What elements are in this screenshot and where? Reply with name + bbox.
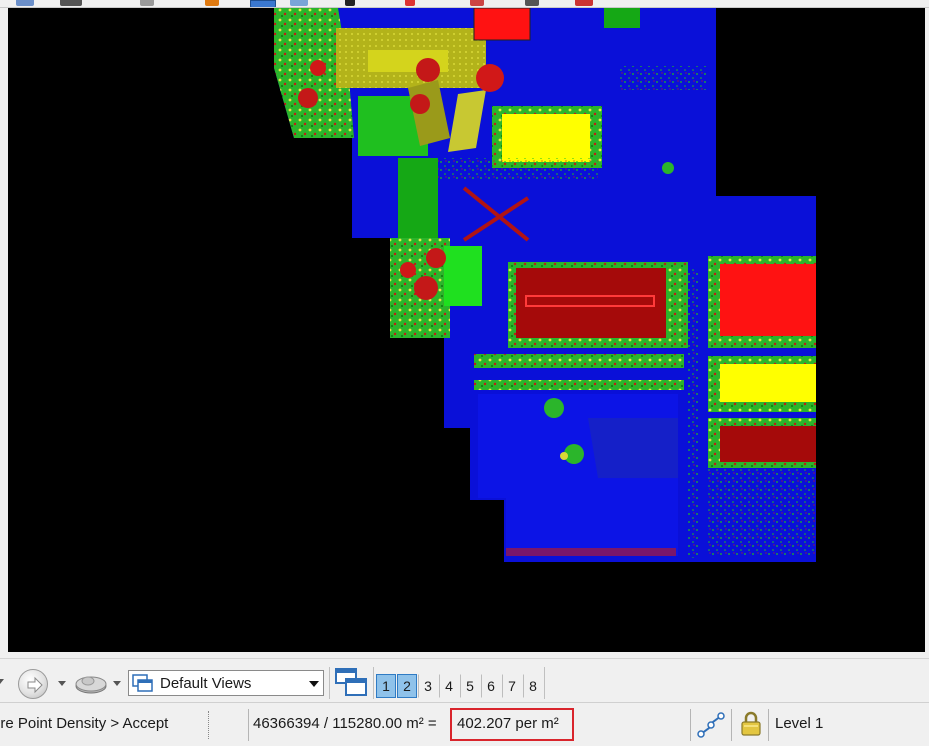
status-separator (248, 709, 249, 741)
shrub (662, 162, 674, 174)
multiple-windows-icon[interactable] (334, 667, 370, 699)
disk-dropdown-arrow[interactable] (112, 679, 122, 689)
building-roof-yellow (720, 364, 816, 402)
point-density-value: 402.207 per m² (457, 715, 559, 732)
point-cloud-render (274, 8, 816, 562)
toolbar-separator (329, 667, 330, 699)
vegetation-line (474, 380, 684, 390)
toolbar-icon-partial[interactable] (205, 0, 219, 6)
navigate-arrow-icon[interactable] (18, 669, 48, 699)
vegetation-line (474, 354, 684, 368)
views-dropdown[interactable]: Default Views (128, 670, 324, 696)
toolbar-icon-partial[interactable] (470, 0, 484, 6)
toolbar-icon-partial[interactable] (290, 0, 308, 6)
dropdown-arrow-partial[interactable] (0, 670, 6, 692)
view-button-8[interactable]: 8 (523, 674, 543, 698)
active-level-text: Level 1 (775, 715, 824, 732)
vegetation-patch (444, 246, 482, 306)
edge-noise (506, 548, 676, 556)
tree-canopy (426, 248, 446, 268)
tree-canopy (400, 262, 416, 278)
toolbar-icon-partial[interactable] (405, 0, 415, 6)
toolbar-separator (373, 667, 374, 699)
chevron-down-icon[interactable] (309, 680, 319, 688)
status-separator (690, 709, 691, 741)
ground-variation (588, 418, 678, 478)
status-bar: ure Point Density > Accept 46366394 / 11… (0, 702, 929, 746)
views-dropdown-value: Default Views (160, 675, 252, 692)
viewport-frame-right (925, 8, 929, 652)
snap-icon[interactable] (697, 712, 725, 738)
tree-canopy (298, 88, 318, 108)
top-toolbar-strip (0, 0, 929, 8)
vegetation-line (438, 158, 598, 180)
status-grip[interactable] (208, 711, 212, 739)
vegetation-patch (604, 8, 640, 28)
tree-canopy (416, 58, 440, 82)
vegetation-patch (398, 158, 438, 248)
views-icon (132, 674, 153, 692)
navigate-dropdown-arrow[interactable] (57, 679, 67, 689)
view-button-5[interactable]: 5 (460, 674, 480, 698)
view-toolbar: Default Views 12345678 (0, 658, 929, 701)
building-roof-darkred (720, 426, 816, 462)
toolbar-icon-partial[interactable] (345, 0, 355, 6)
toolbar-icon-partial[interactable] (575, 0, 593, 6)
point-cloud-viewport[interactable] (8, 8, 925, 652)
vegetation-line (708, 468, 816, 556)
tree-canopy (476, 64, 504, 92)
tree-canopy (410, 94, 430, 114)
building-roof-red (473, 8, 531, 41)
lock-icon[interactable] (740, 711, 762, 737)
vegetation-line (688, 268, 698, 558)
viewport-frame-left (0, 8, 8, 652)
app-window: Default Views 12345678 ure Point Density… (0, 0, 929, 746)
shrub (544, 398, 564, 418)
vegetation-patch (618, 66, 708, 90)
toolbar-icon-partial[interactable] (525, 0, 539, 6)
status-separator (768, 709, 769, 741)
point-count-area-text: 46366394 / 115280.00 m² = (253, 715, 437, 732)
view-disk-icon[interactable] (74, 671, 108, 695)
toolbar-icon-partial[interactable] (60, 0, 82, 6)
view-button-3[interactable]: 3 (418, 674, 438, 698)
tree-canopy (310, 60, 326, 76)
toolbar-icon-partial[interactable] (16, 0, 34, 6)
view-button-4[interactable]: 4 (439, 674, 459, 698)
status-separator (731, 709, 732, 741)
view-button-1[interactable]: 1 (376, 674, 396, 698)
view-button-6[interactable]: 6 (481, 674, 501, 698)
tree-canopy (414, 276, 438, 300)
view-button-7[interactable]: 7 (502, 674, 522, 698)
toolbar-separator (544, 667, 545, 699)
building-roof-red (720, 264, 816, 336)
building-roof-yellow (502, 114, 590, 162)
toolbar-icon-partial[interactable] (140, 0, 154, 6)
toolbar-icon-partial[interactable] (250, 0, 276, 7)
view-button-2[interactable]: 2 (397, 674, 417, 698)
building-roof-darkred (516, 268, 666, 338)
command-prompt-text: ure Point Density > Accept (0, 715, 169, 732)
shrub (560, 452, 568, 460)
